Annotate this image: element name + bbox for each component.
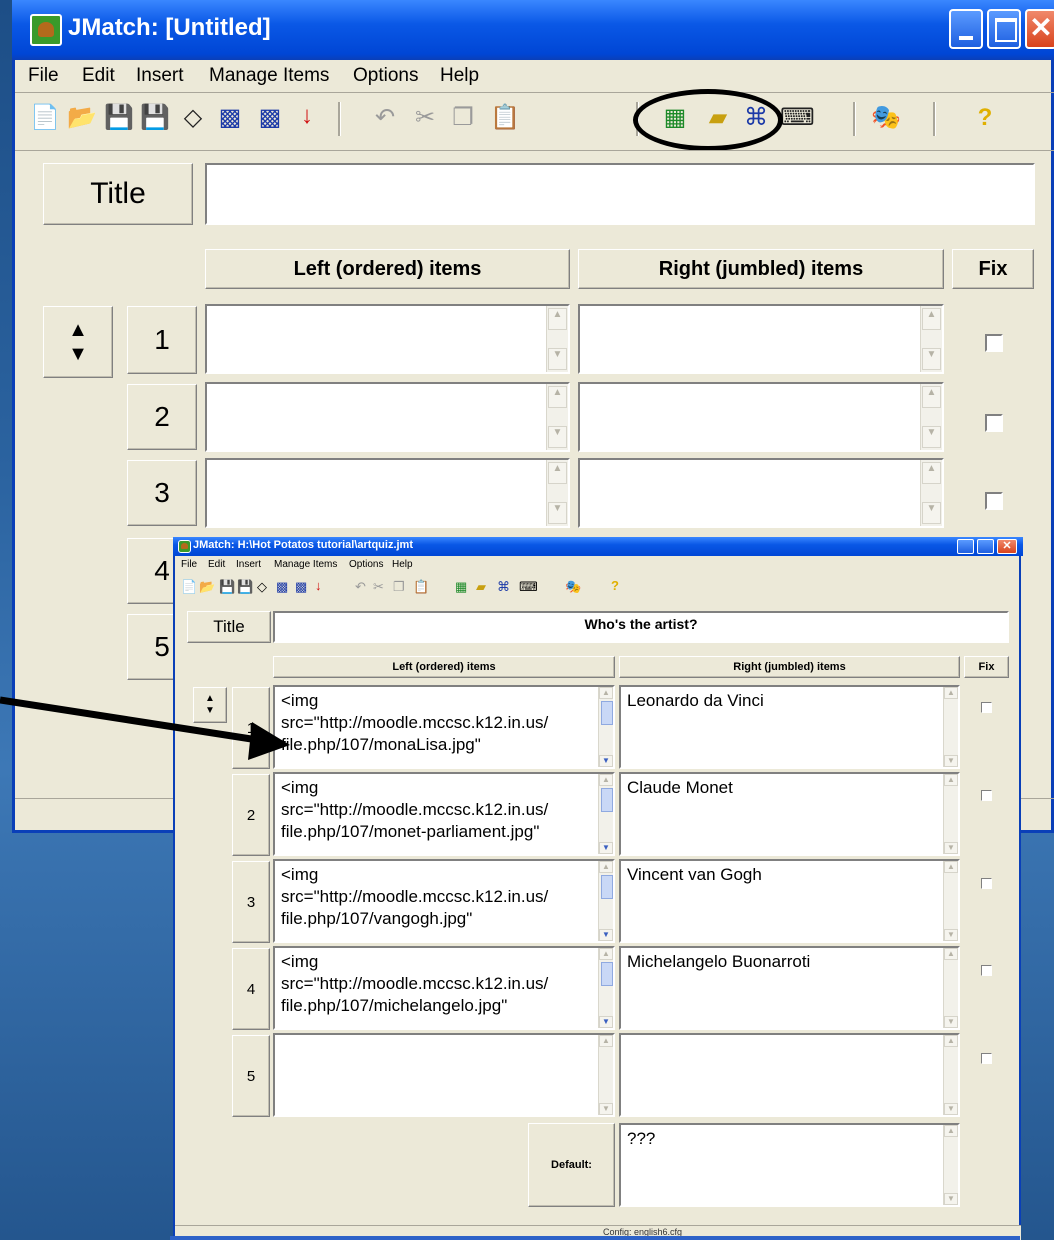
annotation-arrow bbox=[0, 696, 290, 760]
